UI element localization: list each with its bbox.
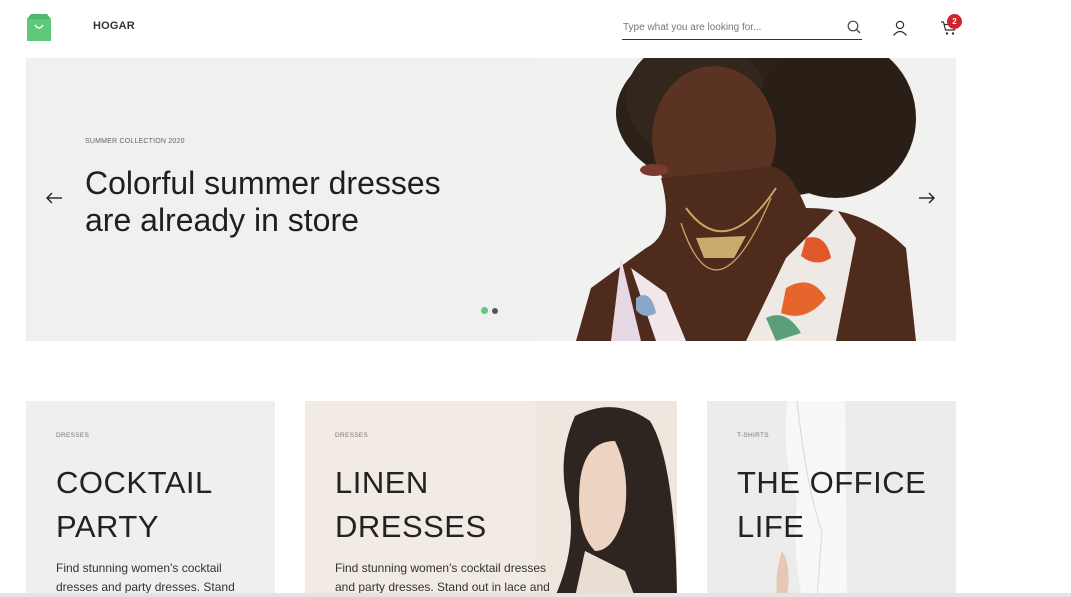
search-icon[interactable] (847, 20, 861, 34)
card-title: LINEN DRESSES (335, 465, 487, 544)
scroll-edge (0, 593, 1071, 597)
card-category: T-SHIRTS (737, 432, 769, 439)
slider-pagination (481, 301, 502, 319)
card-category: DRESSES (56, 432, 90, 439)
hero-model-photo (536, 58, 956, 341)
hero-title: Colorful summer dresses are already in s… (85, 165, 505, 239)
category-card-cocktail-party[interactable]: DRESSES COCKTAIL PARTY Find stunning wom… (26, 401, 275, 597)
card-category: DRESSES (335, 432, 369, 439)
hero-eyebrow: SUMMER COLLECTION 2020 (85, 138, 185, 145)
cart-count-badge: 2 (947, 14, 962, 29)
card-description: Find stunning women's cocktail dresses a… (56, 561, 235, 594)
brand-name[interactable]: HOGAR (93, 20, 135, 32)
card-title: THE OFFICE LIFE (737, 465, 927, 544)
hero-slider: SUMMER COLLECTION 2020 Colorful summer d… (26, 58, 956, 341)
site-header: HOGAR 2 (0, 0, 1071, 58)
user-icon[interactable] (892, 20, 908, 36)
hero-title-line1: Colorful summer dresses (85, 165, 441, 201)
arrow-right-icon[interactable] (917, 189, 937, 207)
card-description: Find stunning women's cocktail dresses a… (335, 561, 550, 594)
search-bar (622, 16, 862, 40)
search-input[interactable] (622, 16, 837, 38)
slide-dot-2[interactable] (492, 308, 498, 314)
slide-dot-1[interactable] (481, 307, 488, 314)
card-title: COCKTAIL PARTY (56, 465, 213, 544)
shopping-bag-logo-icon[interactable] (26, 14, 52, 41)
arrow-left-icon[interactable] (44, 189, 64, 207)
category-card-office-life[interactable]: T-SHIRTS THE OFFICE LIFE (707, 401, 956, 597)
hero-title-line2: are already in store (85, 202, 359, 238)
category-card-linen-dresses[interactable]: DRESSES LINEN DRESSES Find stunning wome… (305, 401, 677, 597)
